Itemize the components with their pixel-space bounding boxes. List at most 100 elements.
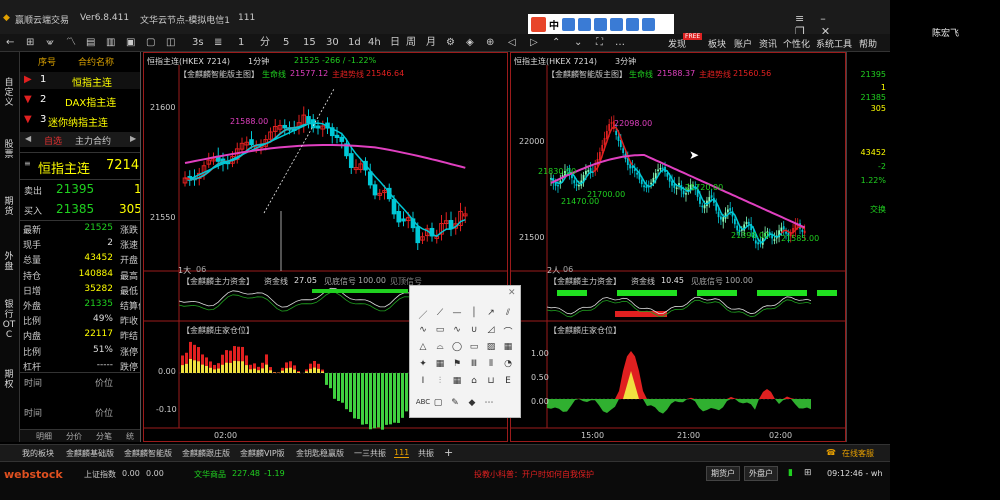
mic-icon[interactable]: [594, 17, 607, 31]
menu-personalize[interactable]: 个性化: [783, 37, 810, 50]
col-seq[interactable]: 序号: [38, 55, 56, 68]
draw-tool[interactable]: ◯: [450, 342, 464, 352]
online-service[interactable]: 在线客服: [842, 448, 874, 459]
period-1d[interactable]: 1d: [348, 36, 361, 49]
chart-3min[interactable]: 恒指主连(HKEX 7214) 3分钟 【金麒麟智能版主图】 生命线 21588…: [510, 52, 846, 442]
back-icon[interactable]: ←: [6, 36, 14, 49]
tab-bank-otc[interactable]: 银行OTC: [2, 300, 16, 340]
menu-account[interactable]: 账户: [734, 37, 752, 50]
menu-help[interactable]: 帮助: [859, 37, 877, 50]
next-icon[interactable]: ▶: [130, 134, 136, 143]
close-icon[interactable]: ✕: [508, 288, 516, 298]
more-icon[interactable]: …: [615, 36, 625, 49]
chart-3min-canvas[interactable]: [511, 53, 846, 442]
arrow-left-icon[interactable]: ◁: [508, 36, 516, 49]
more-icon[interactable]: ⋯: [482, 398, 496, 408]
draw-tool[interactable]: ⫴: [484, 359, 498, 369]
grid-icon[interactable]: ⊞: [26, 36, 34, 49]
col-name[interactable]: 合约名称: [78, 55, 114, 68]
draw-tool[interactable]: ∿: [416, 325, 430, 335]
skin-icon[interactable]: [626, 17, 639, 31]
draw-tool[interactable]: ▦: [433, 359, 447, 369]
period-1[interactable]: 1: [238, 36, 244, 49]
draw-tool[interactable]: ⫶: [433, 376, 447, 386]
tab-vip[interactable]: 金麒麟VIP版: [240, 448, 285, 459]
draw-tool[interactable]: ⌓: [433, 342, 447, 352]
draw-tool[interactable]: ⌂: [467, 376, 481, 386]
draw-tool[interactable]: E: [501, 376, 515, 386]
draw-tool[interactable]: ◔: [501, 359, 515, 369]
list-item[interactable]: ▼ 3 迷你纳指主连: [20, 112, 140, 129]
text-tool[interactable]: ABC: [414, 398, 432, 406]
draw-tool[interactable]: ◿: [484, 325, 498, 335]
save-icon[interactable]: ▣: [126, 36, 135, 49]
tab-futures[interactable]: 期货: [2, 197, 16, 217]
zoom-in-icon[interactable]: ⊕: [486, 36, 494, 49]
headset-icon[interactable]: ☎: [826, 448, 836, 457]
list-item[interactable]: ▶ 1 恒指主连: [20, 72, 140, 89]
draw-tool[interactable]: ⌒: [501, 325, 515, 338]
draw-tool[interactable]: ▭: [467, 342, 481, 352]
tab-foreign[interactable]: 外盘: [2, 252, 16, 272]
menu-system-tools[interactable]: 系统工具: [816, 37, 852, 50]
sogou-icon[interactable]: [531, 16, 546, 32]
eraser-icon[interactable]: ▢: [431, 398, 445, 408]
tab-custom[interactable]: 自定义: [2, 78, 16, 108]
period-day[interactable]: 日: [390, 36, 400, 49]
menu-news[interactable]: 资讯: [759, 37, 777, 50]
tab-detail[interactable]: 明细: [36, 431, 52, 442]
period-month[interactable]: 月: [426, 36, 436, 49]
tab-my-sector[interactable]: 我的板块: [22, 448, 54, 459]
fullscreen-icon[interactable]: ⛶: [596, 36, 603, 49]
tab-price-dist[interactable]: 分价: [66, 431, 82, 442]
settings-icon[interactable]: ⚙: [446, 36, 455, 49]
period-15[interactable]: 15: [303, 36, 316, 49]
indicator-icon[interactable]: ◈: [466, 36, 474, 49]
chart2-period[interactable]: 3分钟: [615, 56, 636, 67]
draw-tool[interactable]: ▨: [484, 342, 498, 352]
menu-sector[interactable]: 板块: [708, 37, 726, 50]
draw-tool[interactable]: ▦: [450, 376, 464, 386]
draw-tool-palette[interactable]: ✕ ／ ⟋ — │ ↗ ⫽ ∿ ▭ ∿ ∪ ◿ ⌒ △ ⌓ ◯ ▭ ▨ ▦ ✦ ▦ ⚑ Ⅲ ⫴ ◔ Ⅰ ⫶ ▦ ⌂ ⊔ E ABC ▢ ✎ ◆ ⋯: [409, 285, 521, 418]
chevron-up-icon[interactable]: ⌃: [552, 36, 560, 49]
window-icon[interactable]: ▢: [146, 36, 155, 49]
draw-tool[interactable]: ⟋: [433, 308, 447, 318]
period-week[interactable]: 周: [406, 36, 416, 49]
draw-tool[interactable]: ∪: [467, 325, 481, 335]
ime-toolbar[interactable]: 中: [528, 14, 674, 34]
foreign-account-button[interactable]: 外盘户: [744, 466, 778, 481]
ime-mode-label[interactable]: 中: [549, 17, 559, 32]
collapse-icon[interactable]: ≡: [24, 159, 31, 168]
draw-tool[interactable]: ✦: [416, 359, 430, 369]
period-5[interactable]: 5: [283, 36, 289, 49]
tab-follow[interactable]: 金麒麟跟庄版: [182, 448, 230, 459]
tab-main-contract[interactable]: 主力合约: [75, 134, 111, 147]
add-tab-icon[interactable]: +: [444, 446, 453, 459]
period-fen[interactable]: 分: [260, 36, 270, 49]
tab-ticks[interactable]: 分笔: [96, 431, 112, 442]
draw-tool[interactable]: △: [416, 342, 430, 352]
tab-resonance13[interactable]: 一三共振: [354, 448, 386, 459]
prev-icon[interactable]: ◀: [25, 134, 31, 143]
draw-tool[interactable]: ∿: [450, 325, 464, 335]
tab-options[interactable]: 期权: [2, 370, 16, 390]
punct-icon[interactable]: [562, 17, 575, 31]
draw-tool[interactable]: ⊔: [484, 376, 498, 386]
emoji-icon[interactable]: [578, 17, 591, 31]
draw-tool[interactable]: ⚑: [450, 359, 464, 369]
draw-tool[interactable]: ⫽: [501, 308, 515, 318]
candle-icon[interactable]: ▥: [106, 36, 115, 49]
chevron-down-icon[interactable]: ⌄: [574, 36, 582, 49]
period-30[interactable]: 30: [326, 36, 339, 49]
keyboard-icon[interactable]: [610, 17, 623, 31]
futures-account-button[interactable]: 期货户: [706, 466, 740, 481]
period-4h[interactable]: 4h: [368, 36, 381, 49]
tab-smart[interactable]: 金麒麟智能版: [124, 448, 172, 459]
draw-tool[interactable]: Ⅲ: [467, 359, 481, 369]
tiles-icon[interactable]: ◫: [166, 36, 175, 49]
tab-selfselect[interactable]: 自选: [44, 134, 62, 147]
draw-tool[interactable]: ▭: [433, 325, 447, 335]
tab-basic[interactable]: 金麒麟基础版: [66, 448, 114, 459]
tab-stats[interactable]: 统: [126, 431, 134, 442]
period-3s[interactable]: 3s: [192, 36, 204, 49]
